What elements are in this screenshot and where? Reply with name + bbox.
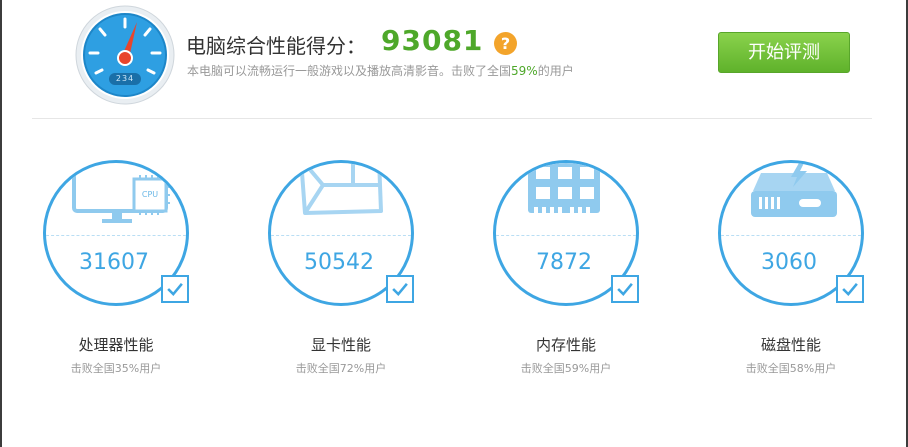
- start-benchmark-button[interactable]: 开始评测: [718, 32, 850, 73]
- cpu-score: 31607: [79, 250, 149, 275]
- cpu-rank-text: 击败全国35%用户: [70, 362, 162, 375]
- cpu-label: 处理器性能: [78, 336, 154, 354]
- disk-score: 3060: [761, 250, 817, 275]
- speedometer-icon: [75, 5, 175, 105]
- disk-label: 磁盘性能: [760, 336, 821, 354]
- disk-card[interactable]: 3060 磁盘性能 击败全国58%用户: [716, 160, 906, 390]
- graphics-rank-text: 击败全国72%用户: [295, 362, 387, 375]
- memory-rank-text: 击败全国59%用户: [520, 362, 612, 375]
- memory-label: 内存性能: [535, 336, 596, 354]
- summary-suffix: 的用户: [537, 64, 574, 78]
- checkbox-checked-icon[interactable]: [161, 275, 189, 303]
- circle-divider: [496, 235, 636, 236]
- summary-prefix: 本电脑可以流畅运行一般游戏以及播放高清影音。击败了全国: [187, 64, 512, 78]
- score-title: 电脑综合性能得分：: [186, 34, 366, 58]
- summary-percentage: 59%: [511, 64, 538, 78]
- graphics-label: 显卡性能: [310, 336, 371, 354]
- gauge-readout: 234: [115, 74, 135, 83]
- memory-score: 7872: [536, 250, 592, 275]
- window-left-border: [0, 0, 2, 447]
- cpu-chip-label: CPU: [141, 190, 159, 199]
- graphics-score: 50542: [304, 250, 374, 275]
- checkbox-checked-icon[interactable]: [386, 275, 414, 303]
- checkbox-checked-icon[interactable]: [836, 275, 864, 303]
- memory-card[interactable]: 7872 内存性能 击败全国59%用户: [491, 160, 681, 390]
- overall-score: 93081: [381, 24, 484, 57]
- score-summary: 本电脑可以流畅运行一般游戏以及播放高清影音。击败了全国59%的用户: [187, 62, 574, 79]
- circle-divider: [46, 235, 186, 236]
- cpu-card[interactable]: CPU 31607 处理器性能 击败全国35%用户: [41, 160, 231, 390]
- divider: [32, 118, 872, 119]
- circle-divider: [721, 235, 861, 236]
- circle-divider: [271, 235, 411, 236]
- graphics-card[interactable]: 50542 显卡性能 击败全国72%用户: [266, 160, 456, 390]
- help-icon[interactable]: ?: [494, 32, 517, 55]
- disk-rank-text: 击败全国58%用户: [745, 362, 837, 375]
- checkbox-checked-icon[interactable]: [611, 275, 639, 303]
